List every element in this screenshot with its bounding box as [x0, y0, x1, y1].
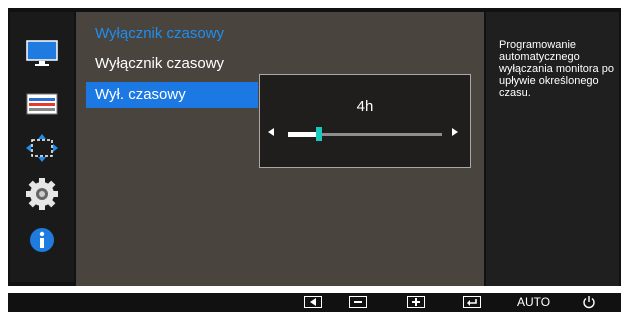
menu-item-turn-off-after[interactable]: Wył. czasowy — [86, 82, 258, 108]
description-text: Programowanie automatycznego wyłączania … — [499, 39, 614, 99]
increase-arrow-icon[interactable] — [452, 128, 458, 136]
timer-value: 4h — [356, 98, 374, 115]
enter-key-icon[interactable] — [463, 296, 481, 308]
minus-key-icon[interactable] — [349, 296, 367, 308]
category-sidebar — [10, 12, 74, 282]
slider-fill — [288, 132, 319, 137]
plus-key-icon[interactable] — [407, 296, 425, 308]
auto-key-label[interactable]: AUTO — [517, 295, 550, 309]
menu-item-off-timer[interactable]: Wyłącznik czasowy — [86, 51, 258, 77]
menu-title: Wyłącznik czasowy — [95, 25, 225, 42]
information-icon[interactable] — [24, 222, 60, 258]
system-gear-icon[interactable] — [24, 176, 60, 212]
timer-slider[interactable] — [288, 127, 442, 141]
power-icon[interactable] — [582, 295, 596, 309]
description-panel: Programowanie automatycznego wyłączania … — [486, 12, 619, 286]
onscreen-display-icon[interactable] — [24, 86, 60, 122]
picture-icon[interactable] — [24, 36, 60, 72]
key-guide-bar: AUTO — [8, 293, 621, 312]
turn-off-after-popup: 4h — [259, 74, 471, 168]
decrease-arrow-icon[interactable] — [268, 128, 274, 136]
position-size-icon[interactable] — [24, 130, 60, 166]
left-key-icon[interactable] — [304, 296, 322, 308]
slider-thumb[interactable] — [315, 127, 322, 141]
